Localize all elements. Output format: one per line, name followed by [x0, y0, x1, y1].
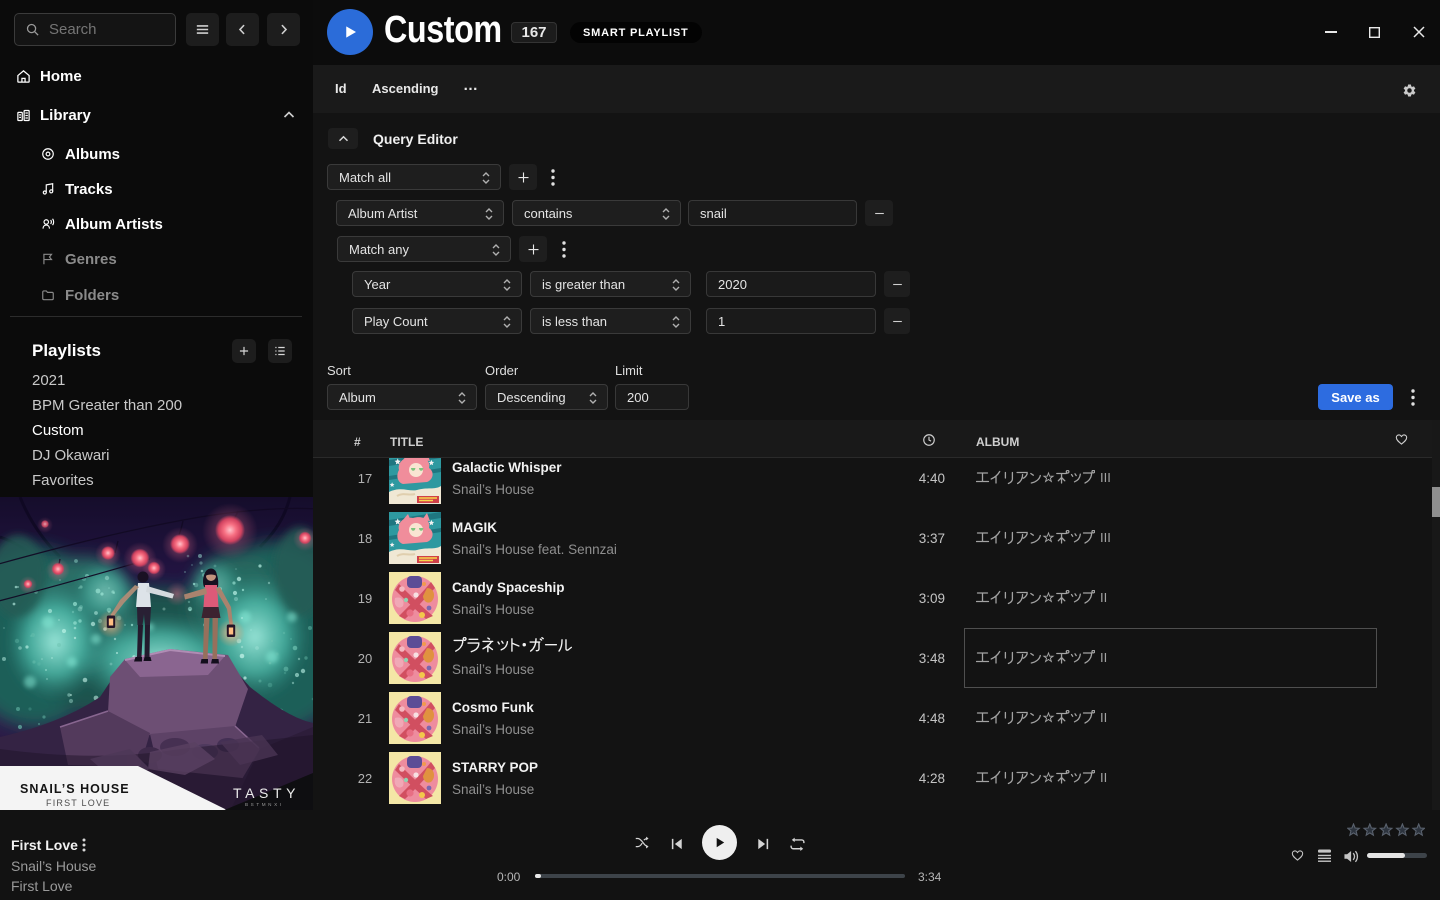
svg-text:BSTMNXI: BSTMNXI	[245, 802, 284, 807]
svg-text:SNAIL’S HOUSE: SNAIL’S HOUSE	[20, 782, 130, 796]
svg-text:TASTY: TASTY	[233, 785, 300, 801]
svg-text:FIRST LOVE: FIRST LOVE	[46, 798, 110, 808]
